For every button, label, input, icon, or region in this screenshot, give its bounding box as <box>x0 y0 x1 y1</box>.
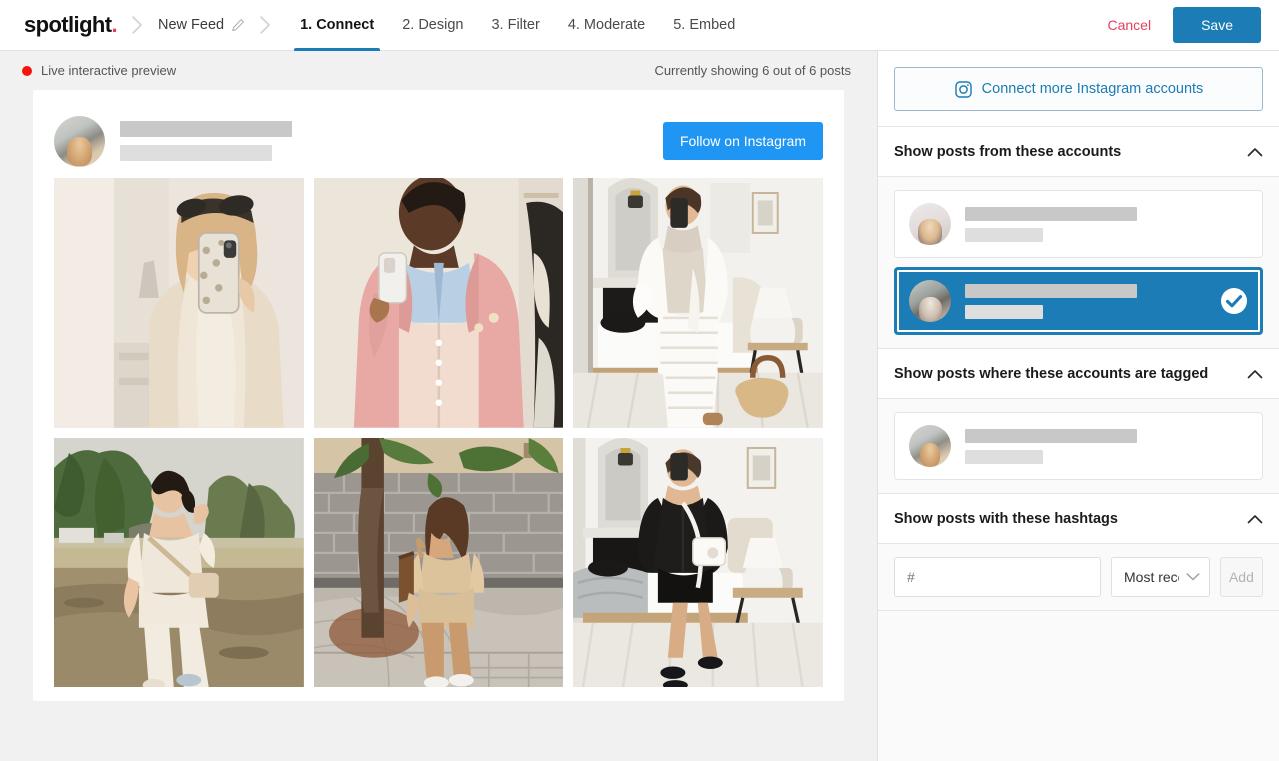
tab-embed-label: 5. Embed <box>673 17 735 33</box>
live-preview-status: Live interactive preview <box>22 63 176 78</box>
post-thumbnail-3[interactable] <box>573 178 823 428</box>
chevron-up-icon-tagged[interactable] <box>1247 369 1263 379</box>
hashtag-sort-wrapper: Most recent <box>1111 557 1210 597</box>
settings-sidebar: Connect more Instagram accounts Show pos… <box>878 51 1279 761</box>
avatar <box>54 116 105 167</box>
cancel-button[interactable]: Cancel <box>1107 17 1151 33</box>
connect-more-accounts-button[interactable]: Connect more Instagram accounts <box>894 67 1263 111</box>
feed-preview-card: Follow on Instagram <box>33 90 844 701</box>
save-button[interactable]: Save <box>1173 7 1261 43</box>
avatar <box>909 280 951 322</box>
tab-moderate[interactable]: 4. Moderate <box>554 0 659 51</box>
section-header-tagged[interactable]: Show posts where these accounts are tagg… <box>878 349 1279 399</box>
post-thumbnail-1[interactable] <box>54 178 304 428</box>
placeholder-bar-handle <box>965 450 1043 464</box>
post-count-label: Currently showing 6 out of 6 posts <box>654 63 851 78</box>
account-placeholder-lines <box>965 284 1137 319</box>
check-circle-icon <box>1220 287 1248 315</box>
placeholder-bar-name <box>965 207 1137 221</box>
section-title-tagged: Show posts where these accounts are tagg… <box>894 366 1208 382</box>
hashtag-sort-select[interactable]: Most recent <box>1111 557 1210 597</box>
spotlight-logo[interactable]: spotlight. <box>24 12 117 38</box>
placeholder-bar-name <box>965 284 1137 298</box>
section-body-accounts <box>878 177 1279 349</box>
logo-dot: . <box>111 12 117 37</box>
feed-name-label: New Feed <box>158 17 224 33</box>
post-thumbnail-4[interactable] <box>54 438 304 688</box>
post-thumbnail-6[interactable] <box>573 438 823 688</box>
tab-embed[interactable]: 5. Embed <box>659 0 749 51</box>
account-row[interactable] <box>894 412 1263 480</box>
hashtag-input[interactable] <box>894 557 1101 597</box>
section-title-accounts: Show posts from these accounts <box>894 144 1121 160</box>
feed-preview-header: Follow on Instagram <box>54 112 823 170</box>
section-body-tagged <box>878 399 1279 494</box>
app-header: spotlight. New Feed 1. Connect 2. Design… <box>0 0 1279 51</box>
section-header-accounts[interactable]: Show posts from these accounts <box>878 127 1279 177</box>
section-header-hashtags[interactable]: Show posts with these hashtags <box>878 494 1279 544</box>
tab-design[interactable]: 2. Design <box>388 0 477 51</box>
placeholder-bar-handle <box>965 305 1043 319</box>
post-grid <box>54 178 823 687</box>
main-body: Live interactive preview Currently showi… <box>0 51 1279 761</box>
account-row[interactable] <box>894 190 1263 258</box>
connect-section: Connect more Instagram accounts <box>878 51 1279 127</box>
post-thumbnail-5[interactable] <box>314 438 564 688</box>
chevron-up-icon-hashtags[interactable] <box>1247 514 1263 524</box>
instagram-icon <box>954 80 973 99</box>
header-actions: Cancel Save <box>1107 7 1261 43</box>
section-title-hashtags: Show posts with these hashtags <box>894 511 1118 527</box>
live-dot-icon <box>22 66 32 76</box>
tab-filter-label: 3. Filter <box>491 17 539 33</box>
account-placeholder-lines <box>965 429 1137 464</box>
breadcrumb-chevron-right-icon-2 <box>259 15 272 35</box>
breadcrumb-chevron-right-icon <box>131 15 144 35</box>
placeholder-bar-name <box>120 121 292 137</box>
avatar <box>909 425 951 467</box>
tab-filter[interactable]: 3. Filter <box>477 0 553 51</box>
follow-on-instagram-button[interactable]: Follow on Instagram <box>663 122 823 160</box>
tab-connect-label: 1. Connect <box>300 17 374 33</box>
placeholder-bar-name <box>965 429 1137 443</box>
tab-moderate-label: 4. Moderate <box>568 17 645 33</box>
account-row[interactable] <box>894 267 1263 335</box>
placeholder-bar-handle <box>120 145 272 161</box>
account-placeholder-lines <box>965 207 1137 242</box>
hashtag-controls: Most recent Add <box>878 544 1279 611</box>
placeholder-bar-handle <box>965 228 1043 242</box>
app-root: spotlight. New Feed 1. Connect 2. Design… <box>0 0 1279 761</box>
add-hashtag-button[interactable]: Add <box>1220 557 1263 597</box>
live-preview-label: Live interactive preview <box>41 63 176 78</box>
pencil-icon[interactable] <box>231 18 245 32</box>
preview-status-bar: Live interactive preview Currently showi… <box>0 51 877 90</box>
breadcrumb-feed-name[interactable]: New Feed <box>158 17 245 33</box>
preview-pane: Live interactive preview Currently showi… <box>0 51 878 761</box>
connect-more-accounts-label: Connect more Instagram accounts <box>982 81 1204 97</box>
post-thumbnail-2[interactable] <box>314 178 564 428</box>
tab-design-label: 2. Design <box>402 17 463 33</box>
sidebar-empty-space <box>878 611 1279 761</box>
tab-connect[interactable]: 1. Connect <box>286 0 388 51</box>
logo-text: spotlight <box>24 12 111 37</box>
avatar <box>909 203 951 245</box>
profile-placeholder-lines <box>120 121 292 161</box>
step-tabs: 1. Connect 2. Design 3. Filter 4. Modera… <box>286 0 749 51</box>
chevron-up-icon-accounts[interactable] <box>1247 147 1263 157</box>
